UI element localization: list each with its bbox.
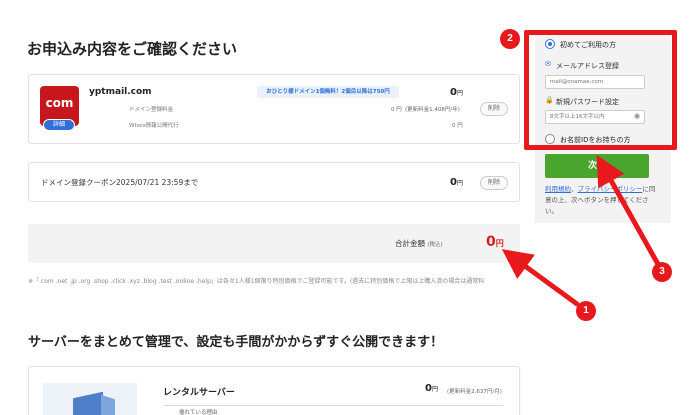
marker-3: 3 <box>652 262 672 282</box>
arrow-1 <box>501 249 580 307</box>
marker-1: 1 <box>576 301 596 321</box>
marker-2: 2 <box>500 29 520 49</box>
arrow-3 <box>596 154 662 269</box>
annotation-arrows <box>501 154 662 307</box>
